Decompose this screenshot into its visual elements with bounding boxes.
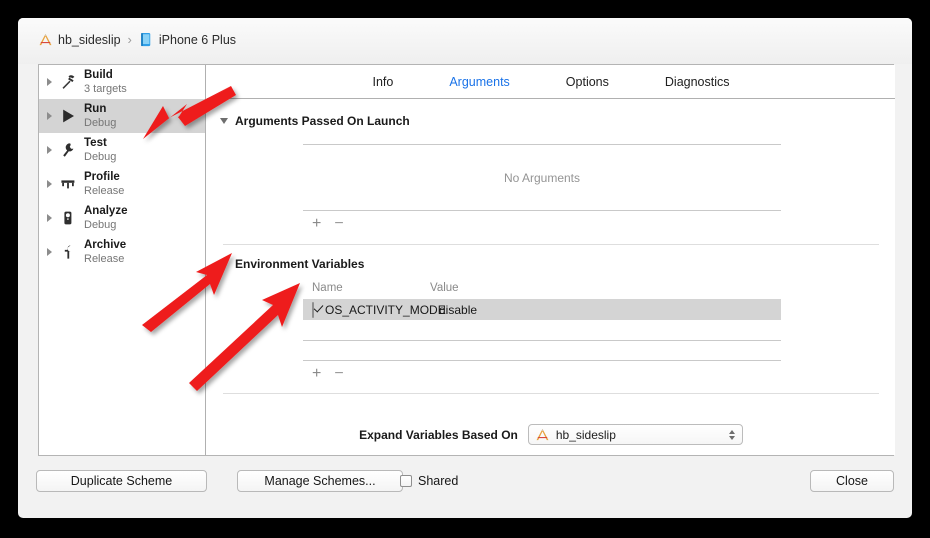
sidebar-item-profile[interactable]: Profile Release	[39, 167, 205, 201]
breadcrumb-project[interactable]: hb_sideslip	[38, 33, 121, 47]
sidebar-item-test-title: Test	[84, 136, 107, 149]
sidebar-item-build-title: Build	[84, 68, 113, 81]
sidebar-item-archive-subtitle: Release	[84, 252, 125, 265]
table-bottom-rule	[303, 210, 781, 211]
table-empty-row	[303, 341, 781, 360]
sidebar-item-test-subtitle: Debug	[84, 150, 117, 163]
shared-label: Shared	[418, 474, 459, 488]
row-value-value[interactable]: disable	[439, 303, 477, 317]
expand-variables-label: Expand Variables Based On	[359, 427, 518, 442]
panel-tabbar: Info Arguments Options Diagnostics	[207, 65, 895, 99]
disclosure-triangle-down-icon[interactable]	[220, 118, 228, 124]
window-bottom-bar: Duplicate Scheme Manage Schemes... Share…	[18, 456, 912, 518]
chevron-updown-icon	[728, 429, 735, 440]
expand-variables-popup-button[interactable]: hb_sideslip	[527, 424, 743, 445]
sidebar-item-profile-title: Profile	[84, 170, 120, 183]
screen: hb_sideslip › iPhone 6 Plus Build 3 targ…	[0, 0, 930, 538]
sidebar-item-run-text: Run Debug	[84, 103, 116, 130]
breadcrumb-separator: ›	[127, 32, 132, 47]
expand-variables-row: Expand Variables Based On hb_sideslip	[207, 424, 895, 445]
environment-table-header: Name Value	[303, 282, 781, 294]
scheme-editor-window: hb_sideslip › iPhone 6 Plus Build 3 targ…	[18, 18, 912, 518]
environment-addremove-bar: + −	[303, 366, 781, 382]
row-name-value[interactable]: OS_ACTIVITY_MODE	[325, 303, 446, 317]
expand-variables-value: hb_sideslip	[555, 427, 616, 442]
arguments-empty-area: No Arguments	[303, 145, 781, 210]
arguments-section-title: Arguments Passed On Launch	[235, 114, 410, 128]
iphone-device-icon	[139, 32, 154, 47]
disclosure-triangle-icon[interactable]	[47, 180, 52, 188]
add-environment-variable-button[interactable]: +	[312, 366, 321, 382]
wrench-icon	[58, 139, 78, 161]
column-header-name: Name	[312, 282, 343, 294]
sidebar-item-profile-subtitle: Release	[84, 184, 125, 197]
breadcrumb-device-label: iPhone 6 Plus	[158, 32, 237, 47]
sidebar-item-archive-title: Archive	[84, 238, 127, 251]
sidebar-item-test-text: Test Debug	[84, 137, 116, 164]
sidebar-item-build-subtitle: 3 targets	[84, 82, 127, 95]
disclosure-triangle-icon[interactable]	[47, 248, 52, 256]
tab-info[interactable]: Info	[368, 73, 397, 91]
remove-environment-variable-button[interactable]: −	[334, 366, 343, 382]
remove-argument-button[interactable]: −	[334, 216, 343, 232]
section-divider	[223, 393, 879, 394]
environment-section: Environment Variables Name Value OS_ACTI…	[207, 257, 895, 394]
sidebar-item-run-subtitle: Debug	[84, 116, 117, 129]
sidebar-item-analyze-title: Analyze	[84, 204, 128, 217]
duplicate-scheme-button[interactable]: Duplicate Scheme	[36, 470, 207, 492]
shared-checkbox-group[interactable]: Shared	[400, 470, 458, 492]
tab-diagnostics[interactable]: Diagnostics	[661, 73, 734, 91]
sidebar-item-build-text: Build 3 targets	[84, 69, 127, 96]
column-header-value: Value	[430, 282, 459, 294]
magnifier-icon	[58, 207, 78, 229]
arguments-table: No Arguments + −	[303, 144, 781, 232]
row-enabled-checkbox[interactable]	[312, 301, 314, 318]
environment-table-bottom-rule	[303, 360, 781, 361]
gauge-icon	[58, 173, 78, 195]
table-row[interactable]: OS_ACTIVITY_MODE disable	[303, 299, 781, 320]
no-arguments-placeholder: No Arguments	[503, 170, 581, 185]
arguments-section-header[interactable]: Arguments Passed On Launch	[220, 114, 895, 128]
close-button[interactable]: Close	[810, 470, 894, 492]
window-titlebar: hb_sideslip › iPhone 6 Plus	[18, 18, 912, 64]
breadcrumb-device[interactable]: iPhone 6 Plus	[139, 32, 236, 47]
arguments-panel: Info Arguments Options Diagnostics Argum…	[207, 65, 895, 455]
scheme-content-box: Build 3 targets Run Debug Test Debug Pro…	[38, 64, 895, 456]
disclosure-triangle-icon[interactable]	[47, 112, 52, 120]
disclosure-triangle-icon[interactable]	[47, 146, 52, 154]
arguments-addremove-bar: + −	[303, 216, 781, 232]
sidebar-item-analyze-subtitle: Debug	[84, 218, 117, 231]
xcode-project-icon	[38, 33, 53, 47]
disclosure-triangle-icon[interactable]	[47, 214, 52, 222]
sidebar-item-profile-text: Profile Release	[84, 171, 124, 198]
breadcrumb: hb_sideslip › iPhone 6 Plus	[38, 32, 236, 47]
add-argument-button[interactable]: +	[312, 216, 321, 232]
environment-section-header[interactable]: Environment Variables	[220, 257, 895, 271]
sidebar-item-archive-text: Archive Release	[84, 239, 126, 266]
table-empty-row	[303, 320, 781, 340]
sidebar-item-analyze-text: Analyze Debug	[84, 205, 127, 232]
shared-checkbox[interactable]	[400, 475, 412, 487]
breadcrumb-project-label: hb_sideslip	[58, 32, 121, 47]
disclosure-triangle-down-icon[interactable]	[220, 261, 228, 267]
play-icon	[58, 105, 78, 127]
tab-arguments[interactable]: Arguments	[445, 73, 513, 91]
section-divider	[223, 244, 879, 245]
hammer-icon	[58, 71, 78, 93]
sidebar-item-archive[interactable]: Archive Release	[39, 235, 205, 269]
sidebar-item-test[interactable]: Test Debug	[39, 133, 205, 167]
environment-table: Name Value OS_ACTIVITY_MODE disable + −	[303, 282, 781, 382]
manage-schemes-button[interactable]: Manage Schemes...	[237, 470, 403, 492]
scheme-actions-sidebar: Build 3 targets Run Debug Test Debug Pro…	[39, 65, 206, 455]
disclosure-triangle-icon[interactable]	[47, 78, 52, 86]
archive-box-icon	[58, 241, 78, 263]
arguments-section: Arguments Passed On Launch No Arguments …	[207, 114, 895, 245]
sidebar-item-run-title: Run	[84, 102, 107, 115]
environment-section-title: Environment Variables	[235, 257, 365, 271]
xcode-project-icon	[535, 428, 550, 442]
sidebar-item-build[interactable]: Build 3 targets	[39, 65, 205, 99]
tab-options[interactable]: Options	[562, 73, 613, 91]
sidebar-item-run[interactable]: Run Debug	[39, 99, 205, 133]
sidebar-item-analyze[interactable]: Analyze Debug	[39, 201, 205, 235]
